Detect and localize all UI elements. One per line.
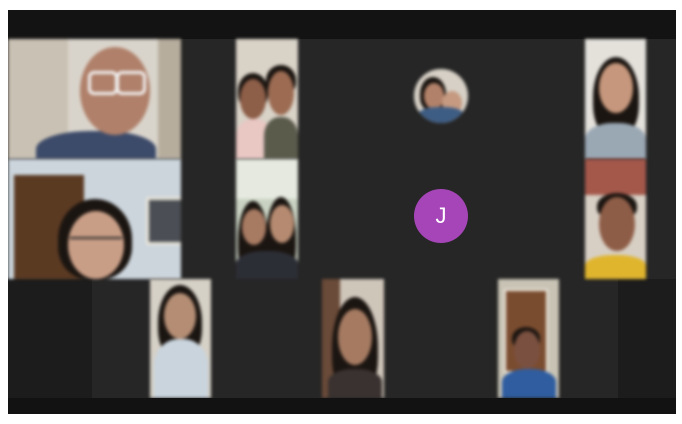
participant-video-tile-4[interactable] <box>585 39 646 159</box>
participant-avatar-initial[interactable]: J <box>414 189 468 243</box>
avatar-initial: J <box>435 203 447 228</box>
video-meeting-window: J <box>8 10 676 414</box>
participant-video-tile-8[interactable] <box>585 159 646 279</box>
participant-video-tile-5[interactable] <box>8 159 181 279</box>
participant-video-tile-6[interactable] <box>236 159 298 279</box>
participant-video-tile-1[interactable] <box>8 39 181 159</box>
bottom-bar <box>8 398 676 414</box>
participant-video-tile-9[interactable] <box>150 279 211 398</box>
participant-video-tile-11[interactable] <box>498 279 559 398</box>
participant-avatar-photo[interactable] <box>414 69 468 123</box>
participant-video-tile-10[interactable] <box>322 279 384 398</box>
participant-video-tile-2[interactable] <box>236 39 298 159</box>
top-bar <box>8 10 676 39</box>
